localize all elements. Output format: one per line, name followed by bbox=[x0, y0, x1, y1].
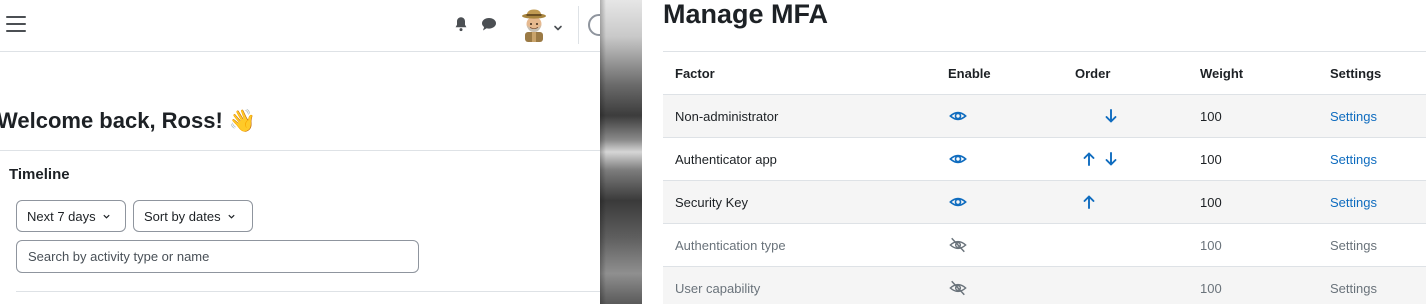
table-row: User capability 100 Settings bbox=[663, 267, 1426, 304]
waving-hand-icon: 👋 bbox=[228, 109, 257, 134]
factor-name: Security Key bbox=[675, 194, 748, 210]
eye-icon[interactable] bbox=[948, 106, 968, 126]
eye-slash-icon[interactable] bbox=[948, 235, 968, 255]
column-header-weight: Weight bbox=[1200, 65, 1244, 81]
chevron-down-icon[interactable] bbox=[553, 20, 563, 31]
factor-weight: 100 bbox=[1200, 237, 1222, 253]
table-body: Non-administrator 100 Settings Authenticato… bbox=[663, 95, 1426, 304]
factor-name: Authentication type bbox=[675, 237, 786, 253]
chat-bubble-icon[interactable] bbox=[480, 15, 498, 33]
enable-toggle-cell bbox=[948, 267, 968, 304]
table-header-row: Factor Enable Order Weight Settings bbox=[663, 52, 1426, 95]
arrow-up-icon[interactable] bbox=[1079, 149, 1099, 169]
section-divider bbox=[16, 291, 600, 292]
factor-name: Non-administrator bbox=[675, 108, 779, 124]
hamburger-menu-icon[interactable] bbox=[6, 16, 26, 34]
manage-mfa-panel: Manage MFA Factor Enable Order Weight Se… bbox=[642, 0, 1426, 304]
order-cell bbox=[1079, 138, 1125, 180]
factor-weight: 100 bbox=[1200, 194, 1222, 210]
eye-icon[interactable] bbox=[948, 192, 968, 212]
table-row: Authenticator app 100 Settings bbox=[663, 138, 1426, 181]
top-navbar bbox=[0, 0, 600, 52]
column-header-settings: Settings bbox=[1330, 65, 1382, 81]
enable-toggle-cell bbox=[948, 181, 968, 223]
section-divider bbox=[0, 150, 600, 151]
factor-name: User capability bbox=[675, 280, 761, 296]
timeline-search-input[interactable]: Search by activity type or name bbox=[16, 240, 419, 273]
enable-toggle-cell bbox=[948, 95, 968, 137]
enable-toggle-cell bbox=[948, 224, 968, 266]
order-cell bbox=[1079, 267, 1125, 304]
column-header-order: Order bbox=[1075, 65, 1111, 81]
settings-link[interactable]: Settings bbox=[1330, 181, 1377, 223]
page-title: Manage MFA bbox=[663, 0, 829, 29]
timeline-sort-label: Sort by dates bbox=[144, 208, 221, 224]
table-row: Security Key 100 Settings bbox=[663, 181, 1426, 224]
welcome-heading: Welcome back, Ross! 👋 bbox=[0, 108, 256, 134]
timeline-search-placeholder: Search by activity type or name bbox=[28, 249, 210, 264]
bell-icon[interactable] bbox=[452, 15, 470, 33]
drawer-toggle-icon[interactable] bbox=[588, 14, 600, 36]
navbar-divider bbox=[578, 6, 579, 44]
timeline-filter-label: Next 7 days bbox=[27, 208, 96, 224]
table-row: Authentication type 100 Settings bbox=[663, 224, 1426, 267]
order-cell bbox=[1079, 181, 1125, 223]
settings-link[interactable]: Settings bbox=[1330, 138, 1377, 180]
eye-icon[interactable] bbox=[948, 149, 968, 169]
enable-toggle-cell bbox=[948, 138, 968, 180]
order-cell bbox=[1079, 95, 1125, 137]
settings-link[interactable]: Settings bbox=[1330, 95, 1377, 137]
chevron-down-icon bbox=[103, 214, 110, 219]
arrow-up-icon[interactable] bbox=[1079, 192, 1099, 212]
timeline-filter-dropdown[interactable]: Next 7 days bbox=[16, 200, 126, 232]
chevron-down-icon bbox=[227, 214, 235, 219]
order-cell bbox=[1079, 224, 1125, 266]
arrow-down-icon[interactable] bbox=[1101, 106, 1121, 126]
table-row: Non-administrator 100 Settings bbox=[663, 95, 1426, 138]
column-header-factor: Factor bbox=[675, 65, 715, 81]
column-header-enable: Enable bbox=[948, 65, 991, 81]
settings-link: Settings bbox=[1330, 237, 1377, 253]
factor-weight: 100 bbox=[1200, 280, 1222, 296]
user-avatar[interactable] bbox=[518, 8, 550, 42]
factor-weight: 100 bbox=[1200, 108, 1222, 124]
factor-weight: 100 bbox=[1200, 151, 1222, 167]
timeline-title: Timeline bbox=[9, 166, 70, 183]
timeline-sort-dropdown[interactable]: Sort by dates bbox=[133, 200, 253, 232]
welcome-text: Welcome back, Ross! bbox=[0, 108, 223, 133]
eye-slash-icon[interactable] bbox=[948, 278, 968, 298]
background-image-strip bbox=[600, 0, 642, 304]
mfa-factors-table: Factor Enable Order Weight Settings Non-… bbox=[663, 51, 1426, 304]
arrow-down-icon[interactable] bbox=[1101, 149, 1121, 169]
settings-link: Settings bbox=[1330, 280, 1377, 296]
factor-name: Authenticator app bbox=[675, 151, 777, 167]
dashboard-panel: Welcome back, Ross! 👋 Timeline Next 7 da… bbox=[0, 0, 600, 304]
